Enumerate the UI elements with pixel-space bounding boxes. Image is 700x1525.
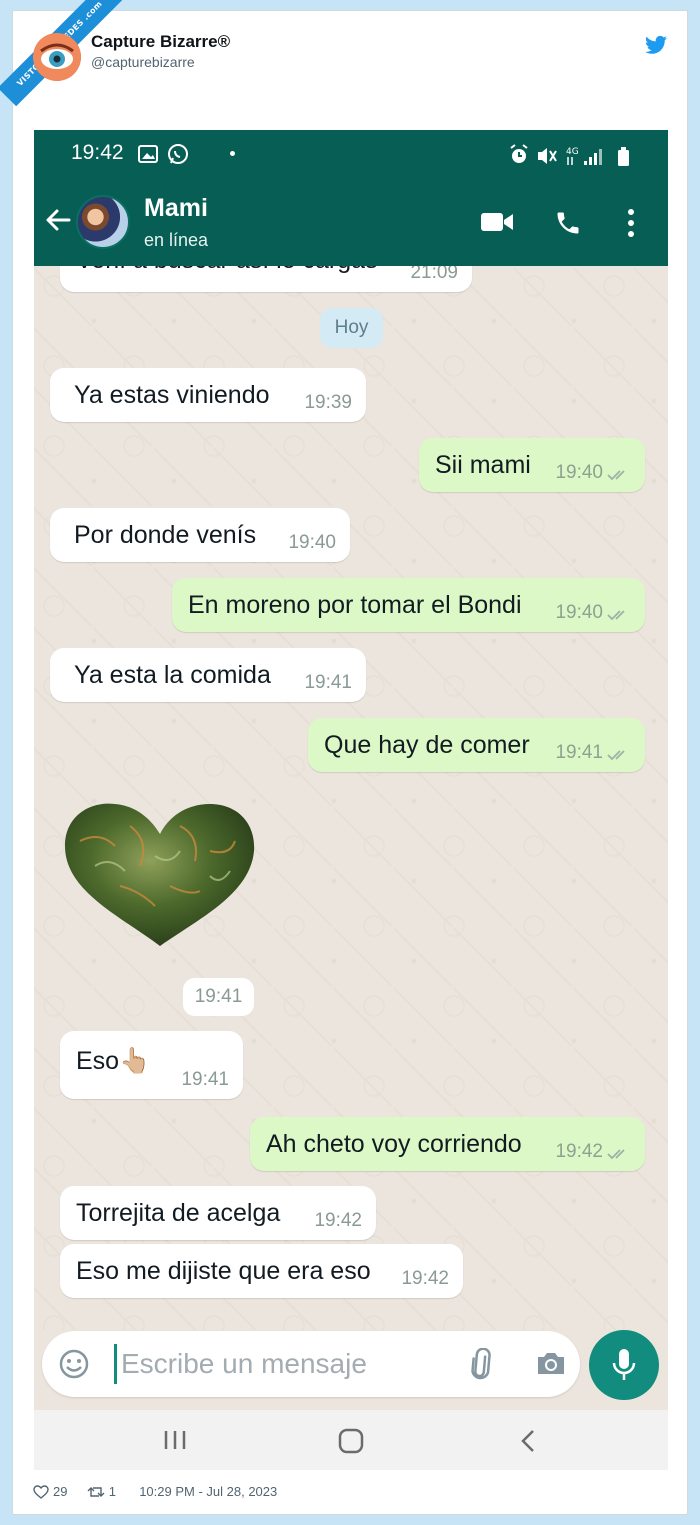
composer-pill <box>42 1331 580 1397</box>
message-time: 19:41 <box>304 672 352 693</box>
message-time: 19:41 <box>555 742 603 763</box>
image-message-time: 19:41 <box>183 978 254 1016</box>
message-bubble-outgoing[interactable]: Ah cheto voy corriendo 19:42 <box>250 1117 645 1171</box>
tweet-timestamp[interactable]: 10:29 PM - Jul 28, 2023 <box>139 1484 277 1499</box>
camera-icon[interactable] <box>535 1349 567 1377</box>
home-icon[interactable] <box>338 1428 364 1454</box>
message-text: Ya esta la comida <box>74 661 271 689</box>
read-receipt-icon <box>607 750 625 761</box>
day-divider: Hoy <box>320 308 383 348</box>
like-count: 29 <box>53 1484 68 1500</box>
message-bubble-incoming[interactable]: Vení a buscar así le cargas 21:09 <box>60 266 472 292</box>
recent-apps-icon[interactable] <box>162 1429 188 1451</box>
android-nav-bar <box>34 1410 668 1470</box>
mute-icon <box>538 148 557 164</box>
message-bubble-incoming[interactable]: Ya esta la comida 19:41 <box>50 648 366 702</box>
message-time: 19:42 <box>314 1210 362 1231</box>
retweet-icon[interactable] <box>87 1485 105 1499</box>
message-text: Vení a buscar así le cargas <box>76 266 378 275</box>
message-time: 21:09 <box>410 266 458 283</box>
read-receipt-icon <box>607 470 625 481</box>
contact-status: en línea <box>144 230 209 250</box>
network-label: 4G <box>566 147 579 157</box>
message-time: 19:40 <box>555 462 603 483</box>
twitter-bird-icon[interactable] <box>645 35 667 55</box>
like-icon[interactable] <box>33 1484 49 1499</box>
status-right-icons: 4G <box>508 143 638 174</box>
emoji-icon[interactable] <box>58 1348 90 1380</box>
status-left-icons <box>138 143 218 172</box>
heart-sticker-image[interactable] <box>60 796 260 956</box>
message-time: 19:40 <box>555 602 603 623</box>
retweet-count: 1 <box>108 1484 116 1500</box>
message-bubble-outgoing[interactable]: Que hay de comer 19:41 <box>308 718 645 772</box>
tweet-footer: 29 1 10:29 PM - Jul 28, 2023 <box>33 1483 277 1499</box>
message-bubble-incoming[interactable]: Eso me dijiste que era eso 19:42 <box>60 1244 463 1298</box>
gallery-icon <box>138 145 158 163</box>
more-options-icon[interactable] <box>626 208 636 238</box>
tweet-card: VISTOENLASREDES .com Capture Bizarre® @c… <box>0 0 688 1515</box>
mic-button[interactable] <box>589 1330 659 1400</box>
status-time: 19:42 <box>71 141 124 164</box>
message-text: Eso me dijiste que era eso <box>76 1257 371 1285</box>
phone-call-icon[interactable] <box>554 209 582 237</box>
whatsapp-icon <box>168 144 188 164</box>
contact-name[interactable]: Mami <box>144 194 208 223</box>
mic-icon <box>612 1349 636 1380</box>
battery-icon <box>618 147 629 166</box>
message-bubble-incoming[interactable]: Por donde venís 19:40 <box>50 508 350 562</box>
message-text: Ah cheto voy corriendo <box>266 1130 522 1158</box>
tweet-author-name[interactable]: Capture Bizarre® <box>91 32 230 52</box>
status-bar: 19:42 4G <box>34 130 668 180</box>
message-bubble-outgoing[interactable]: Sii mami 19:40 <box>419 438 645 492</box>
chat-area[interactable]: Vení a buscar así le cargas 21:09 Hoy Ya… <box>34 266 668 1330</box>
nav-back-icon[interactable] <box>518 1428 538 1454</box>
message-composer <box>34 1330 668 1410</box>
attach-icon[interactable] <box>466 1348 500 1382</box>
read-receipt-icon <box>607 610 625 621</box>
message-text: En moreno por tomar el Bondi <box>188 591 522 619</box>
tweet-header: Capture Bizarre® @capturebizarre <box>13 11 687 121</box>
message-time: 19:39 <box>304 392 352 413</box>
signal-icon <box>584 149 602 165</box>
message-time: 19:40 <box>288 532 336 553</box>
message-bubble-incoming[interactable]: Eso👆🏼 19:41 <box>60 1031 243 1099</box>
status-dot <box>230 151 235 156</box>
chat-app-bar: Mami en línea <box>34 180 668 266</box>
tweet-avatar[interactable] <box>33 33 81 81</box>
message-time: 19:42 <box>555 1141 603 1162</box>
message-input[interactable] <box>114 1344 444 1384</box>
message-time: 19:42 <box>401 1268 449 1289</box>
video-call-icon[interactable] <box>480 210 514 234</box>
message-text: Por donde venís <box>74 521 257 549</box>
message-text: Ya estas viniendo <box>74 381 270 409</box>
message-bubble-outgoing[interactable]: En moreno por tomar el Bondi 19:40 <box>172 578 645 632</box>
message-text: Eso👆🏼 <box>76 1047 151 1075</box>
alarm-icon <box>510 144 528 163</box>
message-bubble-incoming[interactable]: Torrejita de acelga 19:42 <box>60 1186 376 1240</box>
message-bubble-incoming[interactable]: Ya estas viniendo 19:39 <box>50 368 366 422</box>
contact-avatar[interactable] <box>76 195 130 249</box>
read-receipt-icon <box>607 1149 625 1160</box>
message-time: 19:41 <box>181 1069 229 1090</box>
message-text: Torrejita de acelga <box>76 1199 281 1227</box>
phone-screenshot: 19:42 4G Mami en línea 21:09 Hoy Ya esta… <box>34 130 668 1470</box>
message-text: Que hay de comer <box>324 731 530 759</box>
tweet-author-handle[interactable]: @capturebizarre <box>91 54 195 70</box>
eye-logo-icon <box>33 33 81 81</box>
back-arrow-icon[interactable] <box>44 206 72 234</box>
message-text: Sii mami <box>435 451 531 479</box>
